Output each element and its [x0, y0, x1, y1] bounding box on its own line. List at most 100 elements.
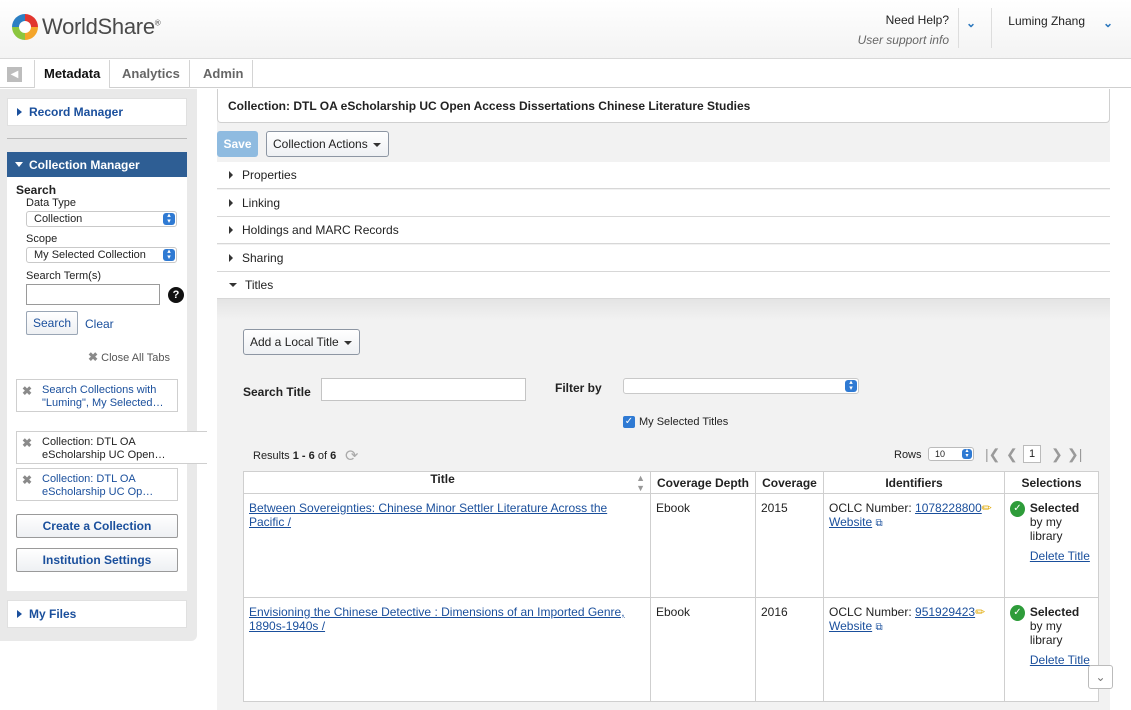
prev-page-icon[interactable]: ❮ [1006, 446, 1018, 463]
save-button[interactable]: Save [217, 131, 258, 157]
delete-title-link[interactable]: Delete Title [1030, 549, 1090, 563]
scroll-down-chevron-icon[interactable]: ⌄ [1088, 665, 1113, 689]
help-question-icon[interactable]: ? [168, 287, 184, 303]
add-local-title-button[interactable]: Add a Local Title [243, 329, 360, 355]
column-header-coverage-depth: Coverage Depth [650, 471, 756, 494]
close-tab-icon[interactable]: ✖ [22, 436, 32, 450]
table-row: Envisioning the Chinese Detective : Dime… [243, 597, 1099, 702]
data-type-select[interactable]: Collection ▴ ▾ [26, 211, 177, 227]
search-button[interactable]: Search [26, 311, 78, 335]
my-files-panel[interactable]: My Files [7, 600, 187, 628]
refresh-icon[interactable]: ⟳ [345, 446, 358, 466]
institution-settings-button[interactable]: Institution Settings [16, 548, 178, 572]
external-link-icon: ⧉ [875, 622, 883, 633]
filter-by-label: Filter by [555, 381, 602, 395]
clear-link[interactable]: Clear [85, 317, 114, 331]
coverage-cell: 2015 [755, 493, 824, 598]
my-selected-titles-checkbox[interactable]: ✓ [623, 416, 635, 428]
main-content: Collection: DTL OA eScholarship UC Open … [217, 89, 1110, 710]
search-title-input[interactable] [321, 378, 526, 401]
worldshare-logo-icon [12, 14, 38, 40]
header-divider [991, 8, 992, 48]
header-divider [958, 8, 959, 48]
brand-mark: ® [154, 18, 161, 28]
open-tab-collection[interactable]: ✖ Collection: DTL OA eScholarship UC Op… [16, 468, 178, 501]
search-term-input[interactable] [26, 284, 160, 305]
user-chevron-down-icon[interactable]: ⌄ [1103, 16, 1113, 30]
title-link[interactable]: Envisioning the Chinese Detective : Dime… [249, 605, 625, 633]
data-type-value: Collection [34, 213, 83, 225]
section-linking[interactable]: Linking [217, 190, 1110, 217]
section-holdings[interactable]: Holdings and MARC Records [217, 217, 1110, 244]
help-chevron-down-icon[interactable]: ⌄ [966, 16, 976, 30]
column-header-title[interactable]: ▲ ▼ Title [243, 471, 651, 494]
next-page-icon[interactable]: ❯ [1051, 446, 1063, 463]
close-all-tabs[interactable]: ✖ Close All Tabs [88, 350, 170, 364]
expand-arrow-icon [229, 199, 233, 207]
selected-status: Selected [1029, 605, 1080, 619]
results-of: of [317, 450, 328, 462]
user-name[interactable]: Luming Zhang [1008, 14, 1085, 28]
search-title-label: Search Title [243, 385, 311, 399]
sort-icon[interactable]: ▲ ▼ [636, 473, 645, 493]
tab-metadata[interactable]: Metadata [34, 60, 111, 88]
select-arrows-icon: ▴ ▾ [163, 212, 175, 225]
selected-status: Selected [1029, 501, 1080, 515]
title-link[interactable]: Between Sovereignties: Chinese Minor Set… [249, 501, 607, 529]
select-arrows-icon: ▴ ▾ [163, 248, 175, 261]
module-tabs: ◀ Metadata Analytics Admin [0, 60, 1131, 88]
create-collection-button[interactable]: Create a Collection [16, 514, 178, 538]
section-label: Titles [245, 278, 274, 292]
collapse-sidebar-icon[interactable]: ◀ [7, 67, 22, 82]
collection-actions-button[interactable]: Collection Actions [266, 131, 389, 157]
open-tab-label[interactable]: Collection: DTL OA eScholarship UC Op… [42, 473, 170, 499]
scope-select[interactable]: My Selected Collection ▴ ▾ [26, 247, 177, 263]
close-tab-icon[interactable]: ✖ [22, 384, 32, 398]
delete-title-link[interactable]: Delete Title [1030, 653, 1090, 667]
open-tab-search-collections[interactable]: ✖ Search Collections with "Luming", My S… [16, 379, 178, 412]
worldshare-logo[interactable]: WorldShare® [12, 14, 161, 40]
page-number-input[interactable]: 1 [1023, 445, 1041, 463]
section-properties[interactable]: Properties [217, 162, 1110, 189]
open-tab-label[interactable]: Search Collections with "Luming", My Sel… [42, 384, 170, 410]
expand-arrow-icon [17, 610, 22, 618]
record-manager-link[interactable]: Record Manager [29, 105, 123, 119]
website-link[interactable]: Website [829, 515, 872, 529]
rows-per-page-select[interactable]: 10 ▴ ▾ [928, 447, 974, 461]
coverage-cell: 2016 [755, 597, 824, 702]
oclc-label: OCLC Number: [829, 605, 912, 619]
filter-by-select[interactable]: ▴ ▾ [623, 378, 859, 394]
coverage-depth-cell: Ebook [650, 493, 756, 598]
expand-arrow-icon [17, 108, 22, 116]
oclc-number-link[interactable]: 1078228800 [915, 501, 982, 515]
my-files-link[interactable]: My Files [29, 607, 76, 621]
section-titles[interactable]: Titles [217, 272, 1110, 299]
collection-manager-header[interactable]: Collection Manager [7, 152, 187, 177]
expand-arrow-icon [229, 226, 233, 234]
selected-check-icon: ✓ [1010, 501, 1025, 517]
website-link[interactable]: Website [829, 619, 872, 633]
collection-manager-body: Search Data Type Collection ▴ ▾ Scope My … [7, 177, 207, 591]
oclc-label: OCLC Number: [829, 501, 912, 515]
collapse-arrow-icon [15, 162, 23, 167]
results-range: 1 - 6 [292, 450, 315, 462]
select-arrows-icon: ▴ ▾ [845, 379, 857, 392]
first-page-icon[interactable]: |❮ [985, 446, 1000, 463]
record-manager-panel[interactable]: Record Manager [7, 98, 187, 126]
select-arrows-icon: ▴ ▾ [962, 448, 972, 459]
column-header-selections: Selections [1004, 471, 1099, 494]
help-menu[interactable]: Need Help? User support info [858, 13, 949, 47]
section-sharing[interactable]: Sharing [217, 245, 1110, 272]
close-icon: ✖ [88, 350, 99, 364]
table-row: Between Sovereignties: Chinese Minor Set… [243, 493, 1099, 598]
edit-pencil-icon[interactable]: ✏ [975, 605, 985, 619]
external-link-icon: ⧉ [875, 518, 883, 529]
close-tab-icon[interactable]: ✖ [22, 473, 32, 487]
last-page-icon[interactable]: ❯| [1067, 446, 1082, 463]
section-label: Linking [242, 196, 281, 210]
tab-admin[interactable]: Admin [194, 60, 254, 88]
edit-pencil-icon[interactable]: ✏ [982, 501, 992, 515]
open-tab-active-collection[interactable]: ✖ Collection: DTL OA eScholarship UC Ope… [16, 431, 207, 464]
oclc-number-link[interactable]: 951929423 [915, 605, 975, 619]
tab-analytics[interactable]: Analytics [113, 60, 190, 88]
